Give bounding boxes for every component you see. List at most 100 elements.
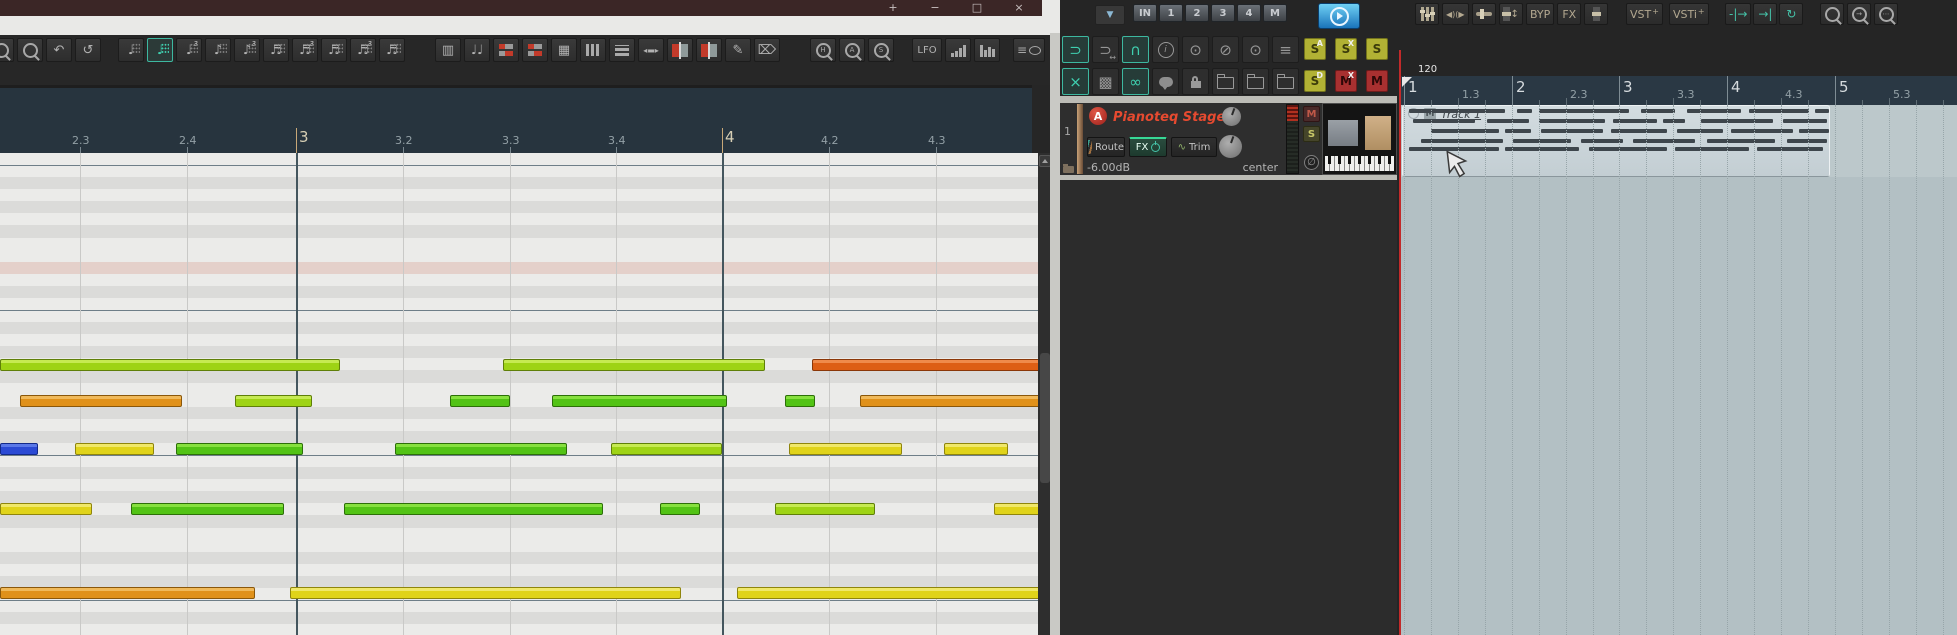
track-panel[interactable]: 1 A Pianoteq Stage Route FX ∿ Trim -6.00… <box>1060 103 1397 175</box>
empty-track-area[interactable] <box>1060 180 1397 635</box>
play-button[interactable] <box>1318 3 1360 29</box>
channel-button-3[interactable]: 3 <box>1211 4 1235 22</box>
midi-editor-titlebar[interactable]: +−□× <box>0 0 1042 16</box>
insert-marker-button[interactable]: -|→ <box>1725 3 1751 25</box>
zoom-time-button[interactable]: → <box>1847 3 1871 25</box>
mixer-button[interactable] <box>1415 3 1439 25</box>
channel-button-m[interactable]: M <box>1263 4 1287 22</box>
fit-to-selection-button[interactable]: ◂▬▸ <box>638 38 664 62</box>
mx-badge-button[interactable]: MX <box>1335 70 1357 92</box>
redo-button[interactable]: ↺ <box>75 38 101 62</box>
zoom-selection-button[interactable]: S <box>868 38 894 62</box>
track-name[interactable]: Pianoteq Stage <box>1113 110 1225 125</box>
channel-button-2[interactable]: 2 <box>1185 4 1209 22</box>
pencil-tool-button[interactable]: ✎ <box>725 38 751 62</box>
velocity-ramp-button[interactable] <box>493 38 519 62</box>
grid-settings-button[interactable]: ▦ <box>551 38 577 62</box>
join-notes-button[interactable]: ♩♩ <box>464 38 490 62</box>
folder-check-button[interactable] <box>1212 68 1239 95</box>
trim-button[interactable]: ∿ Trim <box>1171 137 1217 157</box>
close-button[interactable]: × <box>1006 1 1032 14</box>
midi-note[interactable] <box>75 443 154 455</box>
midi-note[interactable] <box>994 503 1040 515</box>
eraser-tool-button[interactable]: ⌦ <box>754 38 780 62</box>
channel-button-1[interactable]: 1 <box>1159 4 1183 22</box>
midi-note[interactable] <box>131 503 284 515</box>
plugin-thumbnail[interactable] <box>1322 103 1397 175</box>
channel-button-4[interactable]: 4 <box>1237 4 1261 22</box>
midi-note[interactable] <box>0 359 340 371</box>
folder-open-button[interactable] <box>1272 68 1299 95</box>
magnifier-button[interactable] <box>17 38 43 62</box>
magnifier-button[interactable] <box>0 38 14 62</box>
piano-roll[interactable] <box>0 153 1040 635</box>
speakers-button[interactable]: ◀)(▶ <box>1442 3 1469 25</box>
phase-button[interactable]: ∅ <box>1304 155 1319 170</box>
route-button[interactable]: Route <box>1087 137 1125 157</box>
vst-button[interactable]: VST+ <box>1626 3 1663 25</box>
envelope-link-button[interactable]: ∞ <box>1122 68 1149 95</box>
midi-note[interactable] <box>235 395 312 407</box>
midi-note[interactable] <box>737 587 1040 599</box>
midi-note[interactable] <box>344 503 603 515</box>
volume-knob[interactable] <box>1219 135 1242 158</box>
bypass-button[interactable]: BYP <box>1526 3 1554 25</box>
sd-badge-button[interactable]: SD <box>1304 70 1326 92</box>
tempo-marker[interactable]: 120 <box>1418 64 1437 75</box>
midi-note[interactable] <box>785 395 815 407</box>
note-length-1-8T-button[interactable]: ♪3 <box>234 38 260 62</box>
note-length-bars-button[interactable] <box>609 38 635 62</box>
mini-fader-button[interactable] <box>1584 3 1608 25</box>
edit-cursor[interactable] <box>1399 50 1401 635</box>
vsti-button[interactable]: VSTi+ <box>1669 3 1709 25</box>
zoom-contents-button[interactable]: ⋯ <box>1874 3 1898 25</box>
midi-note[interactable] <box>0 443 38 455</box>
arrange-background[interactable] <box>1400 105 1957 635</box>
folder-copy-button[interactable] <box>1242 68 1269 95</box>
fx-button[interactable]: FX <box>1129 137 1167 157</box>
show-takes-button[interactable]: ⊙ <box>1242 36 1269 63</box>
midi-note[interactable] <box>503 359 765 371</box>
fader-range-button[interactable]: ↕ <box>1499 3 1523 25</box>
toolbar-dropdown[interactable]: ▼ <box>1095 5 1125 25</box>
midi-note[interactable] <box>176 443 303 455</box>
undo-button[interactable]: ↶ <box>46 38 72 62</box>
velocity-steps-button[interactable] <box>522 38 548 62</box>
lfo-button[interactable]: LFO <box>912 38 942 62</box>
maximize-button[interactable]: □ <box>964 1 990 14</box>
note-length-1-16-button[interactable]: ♬ <box>263 38 289 62</box>
minimize-button[interactable]: − <box>922 1 948 14</box>
midi-note[interactable] <box>775 503 875 515</box>
split-fader-left-button[interactable] <box>667 38 693 62</box>
pan-readout[interactable]: center <box>1240 161 1278 174</box>
sa-badge-button[interactable]: SA <box>1304 38 1326 60</box>
snap-magnet-button[interactable]: ⊃ <box>1062 36 1089 63</box>
split-fader-right-button[interactable] <box>696 38 722 62</box>
midi-note[interactable] <box>944 443 1008 455</box>
midi-note[interactable] <box>611 443 722 455</box>
show-all-takes-button[interactable]: ⊙ <box>1182 36 1209 63</box>
send-slider-button[interactable] <box>1472 3 1496 25</box>
histogram-mixed-button[interactable] <box>974 38 1000 62</box>
note-length-1-4-button[interactable]: ♩ <box>147 38 173 62</box>
midi-note[interactable] <box>0 503 92 515</box>
mute-button[interactable]: M <box>1303 106 1320 122</box>
channel-button-in[interactable]: IN <box>1133 4 1157 22</box>
grid-dots-button[interactable]: ▩ <box>1092 68 1119 95</box>
auto-crossfade-button[interactable]: × <box>1062 68 1089 95</box>
hide-takes-button[interactable]: ⊘ <box>1212 36 1239 63</box>
zoom-horizontal-button[interactable]: H <box>810 38 836 62</box>
loop-toggle-button[interactable]: ↻ <box>1779 3 1803 25</box>
volume-readout[interactable]: -6.00dB <box>1087 161 1130 174</box>
go-to-end-button[interactable]: →| <box>1753 3 1777 25</box>
zoom-all-button[interactable]: A <box>839 38 865 62</box>
note-length-1-32-button[interactable]: ♬ <box>321 38 347 62</box>
note-length-1-8-button[interactable]: ♪ <box>205 38 231 62</box>
note-length-1-32T-button[interactable]: ♬3 <box>350 38 376 62</box>
note-length-1-4T-button[interactable]: ♩3 <box>176 38 202 62</box>
step-input-bars-button[interactable] <box>580 38 606 62</box>
routing-matrix-button[interactable]: ≡ <box>1272 36 1299 63</box>
note-length-1-2-button[interactable]: ♩ <box>118 38 144 62</box>
midi-note[interactable] <box>860 395 1040 407</box>
record-arm-button[interactable]: A <box>1089 107 1107 125</box>
